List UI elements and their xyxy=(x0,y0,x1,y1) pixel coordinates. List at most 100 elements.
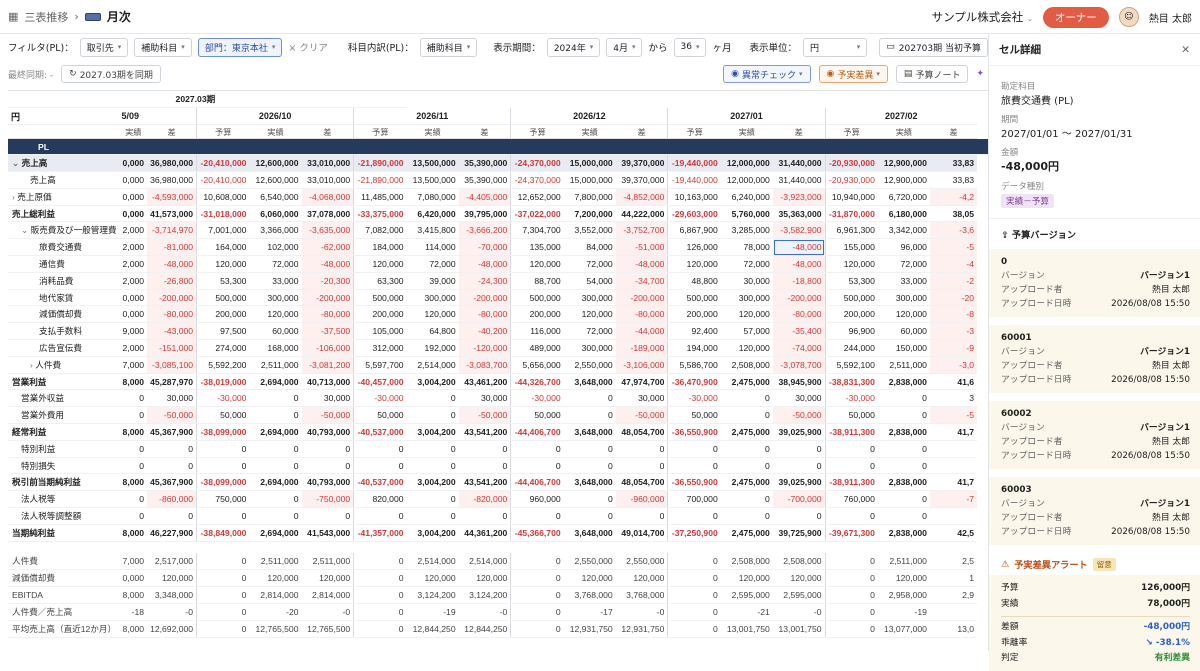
table-cell[interactable]: 0 xyxy=(353,553,407,571)
table-cell[interactable]: -18 xyxy=(119,603,148,621)
table-cell[interactable]: 12,600,000 xyxy=(249,154,302,173)
table-cell[interactable]: 2,475,000 xyxy=(720,423,773,441)
budget-select[interactable]: ▭ 202703期 当初予算 xyxy=(879,37,988,57)
table-cell[interactable]: -43,000 xyxy=(147,322,197,341)
table-cell[interactable]: -4,405,000 xyxy=(458,188,511,206)
table-cell[interactable]: 0 xyxy=(406,389,459,408)
table-cell[interactable]: 5,592,100 xyxy=(824,356,878,374)
variance-button[interactable]: ◉ 予実差異 ▾ xyxy=(818,65,888,83)
row-label[interactable]: 法人税等調整額 xyxy=(8,507,120,525)
table-cell[interactable]: -48,000 xyxy=(615,255,668,273)
table-cell[interactable]: 13,001,750 xyxy=(772,620,826,638)
row-label[interactable]: ⌄ 売上高 xyxy=(8,154,120,173)
role-badge[interactable]: オーナー xyxy=(1042,6,1109,28)
table-cell[interactable]: 300,000 xyxy=(563,289,616,307)
table-cell[interactable]: 0 xyxy=(510,507,564,525)
row-label[interactable]: 通信費 xyxy=(8,255,120,273)
row-label[interactable]: 経常利益 xyxy=(8,423,120,441)
table-cell[interactable]: 43,541,200 xyxy=(458,423,511,441)
row-label[interactable]: 営業外費用 xyxy=(8,406,120,425)
table-cell[interactable]: 30,000 xyxy=(301,389,354,408)
year-select[interactable]: 2024年 ▾ xyxy=(546,37,601,57)
table-cell[interactable]: 312,000 xyxy=(353,339,407,357)
table-cell[interactable]: 10,163,000 xyxy=(667,188,721,206)
table-cell[interactable]: 0 xyxy=(510,440,564,458)
table-cell[interactable]: 184,000 xyxy=(353,238,407,257)
table-cell[interactable]: 0 xyxy=(877,440,930,458)
table-cell[interactable]: 30,000 xyxy=(458,389,511,408)
table-cell[interactable]: -29,603,000 xyxy=(667,204,721,223)
table-cell[interactable]: 84,000 xyxy=(563,238,616,257)
table-cell[interactable]: -3,714,970 xyxy=(147,221,197,240)
table-cell[interactable]: 0 xyxy=(563,440,616,458)
table-cell[interactable]: 102,000 xyxy=(249,238,302,257)
table-cell[interactable]: -30,000 xyxy=(196,389,250,408)
table-cell[interactable]: -40,457,000 xyxy=(353,372,407,391)
table-cell[interactable]: 9,000 xyxy=(119,322,148,341)
table-cell[interactable]: -44,406,700 xyxy=(510,423,564,441)
table-cell[interactable]: 0 xyxy=(119,507,148,525)
table-cell[interactable]: -24,370,000 xyxy=(510,154,564,173)
table-cell[interactable]: 120,000 xyxy=(353,255,407,273)
table-cell[interactable]: 8,000 xyxy=(119,372,148,391)
table-cell[interactable]: 0 xyxy=(196,553,250,571)
table-cell[interactable]: 3,004,200 xyxy=(406,523,459,542)
version-card[interactable]: 0 バージョン バージョン1 アップロード者 熱目 太郎 アップロード日時 2026/08/… xyxy=(989,249,1200,317)
table-cell[interactable]: 30,000 xyxy=(147,389,197,408)
table-cell[interactable]: -3,085,100 xyxy=(147,356,197,374)
table-cell[interactable]: -70,000 xyxy=(458,238,511,257)
table-cell[interactable]: 0 xyxy=(147,457,197,475)
table-cell[interactable]: 0 xyxy=(353,603,407,621)
table-cell[interactable]: 33,83 xyxy=(929,171,978,189)
table-cell[interactable]: 96,000 xyxy=(877,238,930,257)
table-cell[interactable]: 3,552,000 xyxy=(563,221,616,240)
table-cell[interactable]: 96,900 xyxy=(824,322,878,341)
version-card[interactable]: 60003 バージョン バージョン1 アップロード者 熱目 太郎 アップロード日時 2026… xyxy=(989,477,1200,545)
table-cell[interactable]: 2,9 xyxy=(929,586,978,605)
table-cell[interactable]: 2,000 xyxy=(119,272,148,290)
table-cell[interactable]: 3,348,000 xyxy=(147,586,197,605)
row-label[interactable]: 売上高 xyxy=(8,171,120,189)
table-cell[interactable]: -20 xyxy=(929,289,978,307)
table-cell[interactable]: 6,540,000 xyxy=(249,188,302,206)
user-name[interactable]: 熱目 太郎 xyxy=(1149,10,1192,25)
table-cell[interactable]: 13,001,750 xyxy=(720,620,773,638)
table-cell[interactable]: 3,285,000 xyxy=(720,221,773,240)
table-cell[interactable]: 120,000 xyxy=(196,255,250,273)
table-cell[interactable]: 0 xyxy=(772,507,826,525)
table-cell[interactable]: 0 xyxy=(196,569,250,588)
table-cell[interactable]: 0 xyxy=(772,457,826,475)
table-cell[interactable]: -7 xyxy=(929,490,978,509)
table-cell[interactable]: 45,287,970 xyxy=(147,372,197,391)
row-label[interactable]: 減価償却費 xyxy=(8,305,120,324)
row-label[interactable]: 広告宣伝費 xyxy=(8,339,120,357)
table-cell[interactable]: 120,000 xyxy=(301,569,354,588)
table-cell[interactable]: -50,000 xyxy=(772,406,826,425)
table-cell[interactable]: 0 xyxy=(667,603,721,621)
table-cell[interactable]: 7,082,000 xyxy=(353,221,407,240)
selected-cell[interactable]: -48,000 xyxy=(772,238,826,257)
filter-subaccount[interactable]: 補助科目 ▾ xyxy=(134,37,192,57)
table-cell[interactable]: 49,014,700 xyxy=(615,523,668,542)
table-cell[interactable]: 54,000 xyxy=(563,272,616,290)
months-select[interactable]: 36 ▾ xyxy=(673,37,707,57)
table-cell[interactable]: -34,700 xyxy=(615,272,668,290)
table-cell[interactable]: 0 xyxy=(119,389,148,408)
table-cell[interactable]: -3,106,000 xyxy=(615,356,668,374)
table-cell[interactable]: -200,000 xyxy=(147,289,197,307)
table-cell[interactable]: 300,000 xyxy=(563,339,616,357)
table-cell[interactable]: 2,508,000 xyxy=(720,356,773,374)
table-cell[interactable]: 2,514,000 xyxy=(406,553,459,571)
table-cell[interactable]: 0 xyxy=(720,389,773,408)
table-cell[interactable]: -3,635,000 xyxy=(301,221,354,240)
table-cell[interactable]: 2,517,000 xyxy=(147,553,197,571)
table-cell[interactable]: -37,022,000 xyxy=(510,204,564,223)
table-cell[interactable]: 2,000 xyxy=(119,238,148,257)
table-cell[interactable]: -20,300 xyxy=(301,272,354,290)
table-cell[interactable]: 35,390,000 xyxy=(458,154,511,173)
table-cell[interactable]: 13,500,000 xyxy=(406,154,459,173)
anomaly-check-button[interactable]: ◉ 異常チェック ▾ xyxy=(723,65,811,83)
table-cell[interactable]: 120,000 xyxy=(824,255,878,273)
table-cell[interactable]: -21,890,000 xyxy=(353,154,407,173)
table-cell[interactable]: 33,010,000 xyxy=(301,154,354,173)
